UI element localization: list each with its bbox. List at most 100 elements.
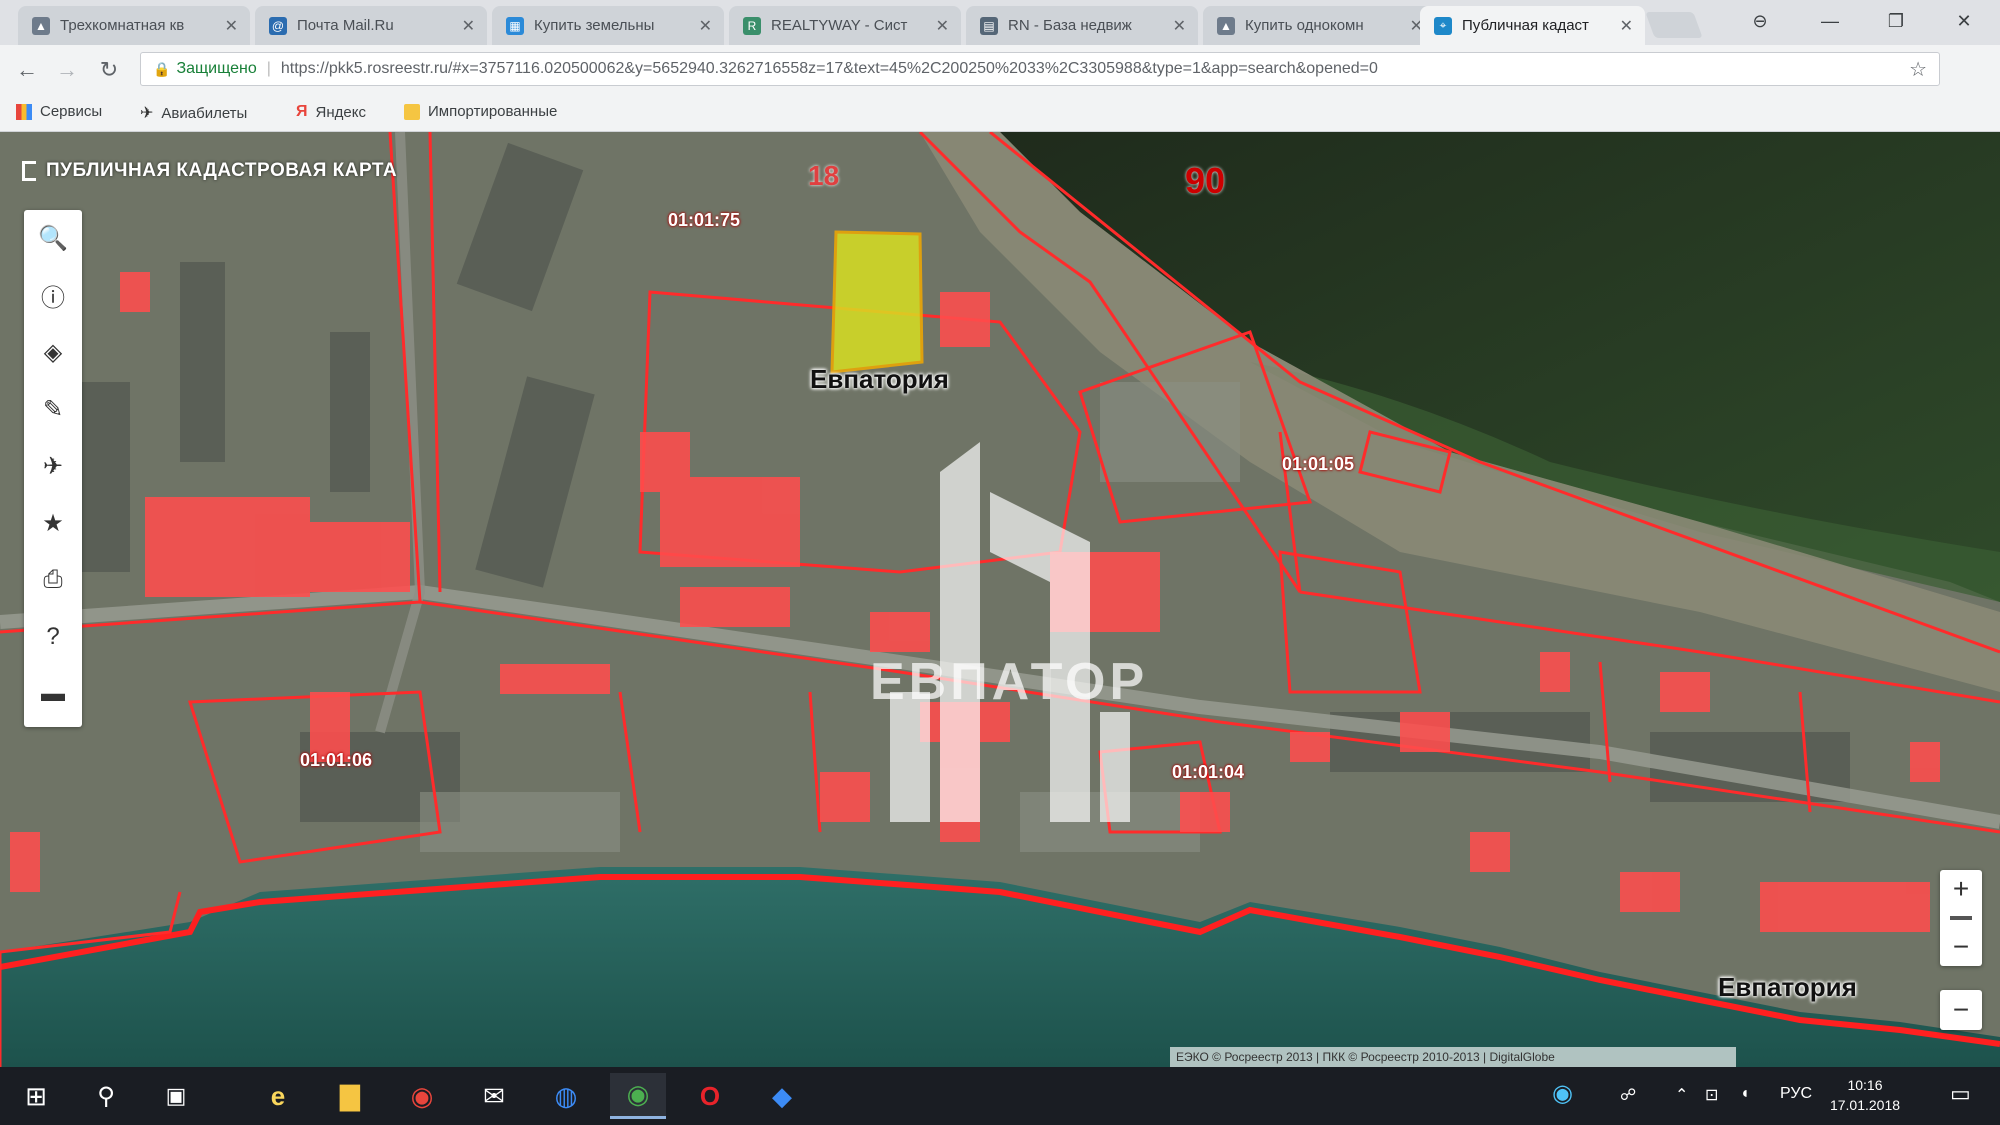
pkk-logo-icon <box>22 161 36 181</box>
close-window-button[interactable]: ✕ <box>1944 6 1984 36</box>
tray-volume-icon[interactable]: ◖ <box>1740 1085 1750 1103</box>
close-icon[interactable]: ✕ <box>699 16 712 36</box>
zoom-control: + − <box>1940 870 1982 966</box>
bookmark-services[interactable]: Сервисы <box>16 103 102 120</box>
city-label: Евпатория <box>810 364 949 394</box>
yandex-icon: Я <box>296 103 308 120</box>
browser-tab[interactable]: R REALTYWAY - Сист ✕ <box>729 6 961 45</box>
keyboard-icon[interactable]: ▬ <box>24 666 82 722</box>
tray-person-icon[interactable]: ☍ <box>1620 1085 1636 1105</box>
bookmark-label: Сервисы <box>40 103 103 120</box>
close-icon[interactable]: ✕ <box>225 16 238 36</box>
pencil-icon[interactable]: ✎ <box>24 381 82 437</box>
windows-taskbar: ⊞ ⚲ ▣ e ▇ ◉ ✉ ◍ ◉ O ◆ ◉ ☍ ⌃ ⊡ ◖ РУС 10:1… <box>0 1067 2000 1125</box>
browser-tab[interactable]: ▲ Трехкомнатная кв ✕ <box>18 6 250 45</box>
start-button[interactable]: ⊞ <box>8 1073 64 1119</box>
task-view-icon[interactable]: ▣ <box>148 1073 204 1119</box>
tray-app-icon[interactable]: ◉ <box>1552 1079 1573 1108</box>
app-icon[interactable]: ◆ <box>754 1073 810 1119</box>
tab-title: Купить земельны <box>534 17 655 34</box>
star-icon[interactable]: ☆ <box>1909 57 1927 82</box>
taskbar-clock[interactable]: 10:16 17.01.2018 <box>1820 1075 1910 1115</box>
house-icon: ▲ <box>1217 16 1235 35</box>
clock-time: 10:16 <box>1847 1077 1883 1093</box>
search-icon[interactable]: 🔍 <box>24 210 82 266</box>
quarter-label: 01:01:05 <box>1282 454 1355 474</box>
cadastral-map[interactable]: ПУБЛИЧНАЯ КАДАСТРОВАЯ КАРТА 🔍 ⓘ ◈ ✎ ✈ ★ … <box>0 132 2000 1067</box>
tab-title: REALTYWAY - Сист <box>771 17 908 34</box>
quarter-label: 01:01:06 <box>300 750 373 770</box>
new-tab-button[interactable] <box>1645 12 1703 38</box>
close-icon[interactable]: ✕ <box>936 16 949 36</box>
bookmark-label: Яндекс <box>315 103 366 121</box>
zoom-slider[interactable] <box>1940 908 1982 928</box>
info-icon[interactable]: ⓘ <box>24 267 82 323</box>
quarter-label: 01:01:04 <box>1172 762 1245 782</box>
reload-button[interactable]: ↻ <box>94 55 124 85</box>
forward-button[interactable]: → <box>52 55 82 85</box>
region-number-90: 90 <box>1185 160 1226 201</box>
browser-tab[interactable]: ▤ RN - База недвиж ✕ <box>966 6 1198 45</box>
r-icon: R <box>743 16 761 35</box>
profile-icon[interactable]: ⊖ <box>1740 6 1780 36</box>
bookmarks-bar: Сервисы ✈ Авиабилеты Я Яндекс Импортиров… <box>0 95 2000 132</box>
zoom-out-button[interactable]: − <box>1940 928 1982 966</box>
address-bar[interactable]: 🔒 Защищено | https://pkk5.rosreestr.ru/#… <box>140 52 1940 86</box>
close-icon[interactable]: ✕ <box>462 16 475 36</box>
mail-icon[interactable]: ✉ <box>466 1073 522 1119</box>
browser-tab[interactable]: ▲ Купить однокомн ✕ <box>1203 6 1435 45</box>
clock-date: 17.01.2018 <box>1829 1097 1901 1113</box>
search-icon[interactable]: ⚲ <box>78 1073 134 1119</box>
print-icon[interactable]: ⎙ <box>24 552 82 608</box>
tray-network-icon[interactable]: ⊡ <box>1705 1085 1718 1105</box>
opera-icon[interactable]: O <box>682 1073 738 1119</box>
chrome-active-icon[interactable]: ◉ <box>610 1073 666 1119</box>
mail-icon: @ <box>269 16 287 35</box>
secure-label: Защищено <box>176 60 257 77</box>
bookmark-label: Импортированные <box>428 103 558 120</box>
notifications-icon[interactable]: ▭ <box>1950 1081 1971 1107</box>
layers-icon[interactable]: ◈ <box>24 324 82 380</box>
grid-icon: ▤ <box>980 16 998 35</box>
close-icon[interactable]: ✕ <box>1620 16 1633 36</box>
help-icon[interactable]: ? <box>24 609 82 665</box>
bookmark-imported[interactable]: Импортированные <box>404 103 557 120</box>
tray-chevron-up-icon[interactable]: ⌃ <box>1675 1085 1688 1105</box>
chrome-icon[interactable]: ◉ <box>394 1073 450 1119</box>
folder-icon <box>404 103 420 120</box>
tab-title: Трехкомнатная кв <box>60 17 185 34</box>
browser-tab[interactable]: @ Почта Mail.Ru ✕ <box>255 6 487 45</box>
maximize-button[interactable]: ❐ <box>1876 6 1916 36</box>
browser-tab[interactable]: ▦ Купить земельны ✕ <box>492 6 724 45</box>
bookmark-avia[interactable]: ✈ Авиабилеты <box>140 103 247 123</box>
minimize-button[interactable]: — <box>1810 6 1850 36</box>
star-icon[interactable]: ★ <box>24 495 82 551</box>
ie-icon[interactable]: e <box>250 1073 306 1119</box>
browser-tab-active[interactable]: ⌖ Публичная кадаст ✕ <box>1420 6 1645 45</box>
zoom-out-button[interactable]: − <box>1940 990 1982 1030</box>
zoom-in-button[interactable]: + <box>1940 870 1982 908</box>
tab-title: Публичная кадаст <box>1462 17 1589 34</box>
tab-title: Почта Mail.Ru <box>297 17 394 34</box>
back-button[interactable]: ← <box>12 55 42 85</box>
tab-title: Купить однокомн <box>1245 17 1364 34</box>
close-icon[interactable]: ✕ <box>1173 16 1186 36</box>
address-separator: | <box>266 60 271 77</box>
file-explorer-icon[interactable]: ▇ <box>322 1073 378 1119</box>
tab-title: RN - База недвиж <box>1008 17 1132 34</box>
plane-icon: ✈ <box>140 105 154 122</box>
map-icon: ⌖ <box>1434 16 1452 35</box>
map-toolbar: 🔍 ⓘ ◈ ✎ ✈ ★ ⎙ ? ▬ <box>24 210 82 727</box>
browser-tab-bar: ▲ Трехкомнатная кв ✕ @ Почта Mail.Ru ✕ ▦… <box>0 0 2000 45</box>
watermark-logo-icon <box>890 442 1130 822</box>
lock-icon: 🔒 <box>153 60 171 77</box>
watermark-text: ЕВПАТОР <box>870 653 1149 711</box>
satellite-icon[interactable]: ✈ <box>24 438 82 494</box>
city-label: Евпатория <box>1718 972 1857 1002</box>
google-earth-icon[interactable]: ◍ <box>538 1073 594 1119</box>
apps-icon <box>16 103 32 120</box>
selected-parcel[interactable] <box>830 230 924 374</box>
bookmark-yandex[interactable]: Я Яндекс <box>296 103 366 121</box>
language-indicator[interactable]: РУС <box>1780 1085 1812 1103</box>
url-text[interactable]: https://pkk5.rosreestr.ru/#x=3757116.020… <box>281 60 1897 78</box>
